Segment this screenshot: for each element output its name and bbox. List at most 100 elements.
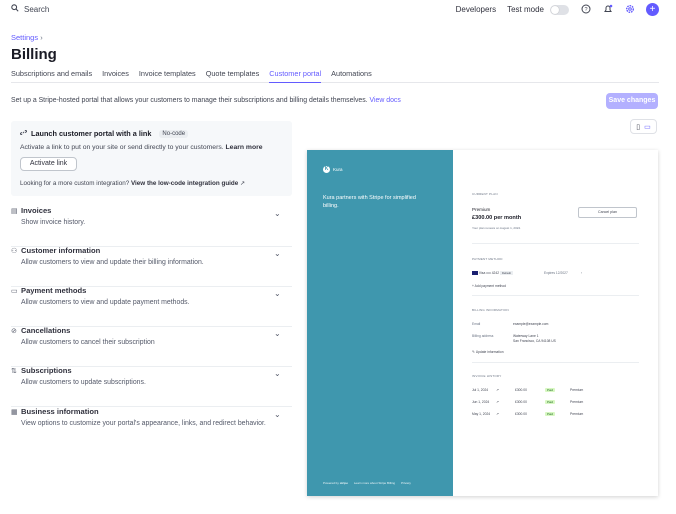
invoice-date[interactable]: Jul 1, 2024 xyxy=(472,388,488,392)
create-plus-icon[interactable]: + xyxy=(646,3,659,16)
section-business-information[interactable]: ▦ Business information View options to c… xyxy=(11,407,292,448)
launch-description-text: Activate a link to put on your site or s… xyxy=(20,144,224,151)
cancel-plan-button[interactable]: Cancel plan xyxy=(578,207,637,218)
chevron-down-icon[interactable]: ⌄ xyxy=(274,249,281,258)
update-information-link[interactable]: ✎ Update information xyxy=(472,350,504,354)
section-customer-information[interactable]: ⚇ Customer information Allow customers t… xyxy=(11,246,292,287)
view-docs-link[interactable]: View docs xyxy=(370,97,401,104)
tab-customer-portal[interactable]: Customer portal xyxy=(269,69,322,83)
cancel-icon: ⊘ xyxy=(11,328,17,335)
chevron-down-icon[interactable]: ⌄ xyxy=(274,289,281,298)
section-title: Cancellations xyxy=(21,326,71,335)
section-subscriptions[interactable]: ⇅ Subscriptions Allow customers to updat… xyxy=(11,366,292,407)
billing-address-label: Billing address xyxy=(472,334,494,338)
developers-link[interactable]: Developers xyxy=(456,5,496,14)
learn-more-link[interactable]: Learn more xyxy=(226,144,263,151)
invoice-date[interactable]: Jun 1, 2024 xyxy=(472,400,489,404)
activate-link-button[interactable]: Activate link xyxy=(20,157,77,171)
breadcrumb-settings[interactable]: Settings xyxy=(11,33,38,42)
edit-icon: ✎ xyxy=(472,350,475,354)
chevron-down-icon[interactable]: ⌄ xyxy=(274,369,281,378)
toggle-switch[interactable] xyxy=(550,4,569,15)
email-value: example@example.com xyxy=(513,322,549,326)
test-mode-toggle[interactable]: Test mode xyxy=(507,4,569,15)
preview-logo: K Kura xyxy=(323,166,343,173)
link-icon xyxy=(19,129,28,138)
plan-price: £300.00 per month xyxy=(472,215,522,221)
section-cancellations[interactable]: ⊘ Cancellations Allow customers to cance… xyxy=(11,326,292,367)
chevron-down-icon[interactable]: ⌄ xyxy=(274,329,281,338)
invoice-plan: Premium xyxy=(570,400,584,404)
no-code-badge: No-code xyxy=(159,129,189,138)
tab-bar: Subscriptions and emails Invoices Invoic… xyxy=(11,69,659,83)
divider xyxy=(472,362,639,363)
card-number: Visa •••• 4242 xyxy=(478,271,500,275)
paid-badge: Paid xyxy=(545,412,556,416)
swap-icon: ⇅ xyxy=(11,368,17,375)
add-payment-method-link[interactable]: + Add payment method xyxy=(472,284,506,288)
building-icon: ▦ xyxy=(11,409,18,416)
stripe-billing-link[interactable]: Learn more about Stripe Billing xyxy=(354,481,395,485)
invoice-icon: ▤ xyxy=(11,208,18,215)
chevron-down-icon[interactable]: ⌄ xyxy=(274,209,281,218)
notification-bell-icon[interactable] xyxy=(602,4,613,15)
invoice-plan: Premium xyxy=(570,388,584,392)
settings-gear-icon[interactable] xyxy=(624,4,635,15)
section-invoices[interactable]: ▤ Invoices Show invoice history. ⌄ xyxy=(11,206,292,247)
desktop-icon[interactable]: ▭ xyxy=(644,123,651,131)
section-payment-methods[interactable]: ▭ Payment methods Allow customers to vie… xyxy=(11,286,292,327)
card-row: Visa •••• 4242 Default xyxy=(472,271,513,276)
current-plan-heading: CURRENT PLAN xyxy=(472,192,498,196)
section-subtitle: Show invoice history. xyxy=(21,219,86,226)
address-line-1: Waterway Lane 1 xyxy=(513,334,539,338)
invoice-amount: £300.00 xyxy=(515,412,527,416)
privacy-link[interactable]: Privacy xyxy=(401,481,411,485)
section-subtitle: Allow customers to view and update payme… xyxy=(21,299,190,306)
breadcrumb[interactable]: Settings › xyxy=(11,33,43,42)
tab-invoice-templates[interactable]: Invoice templates xyxy=(139,69,196,83)
section-title: Business information xyxy=(21,407,99,416)
external-link-icon: ↗ xyxy=(496,388,499,392)
chevron-down-icon[interactable]: ⌄ xyxy=(274,410,281,419)
paid-badge: Paid xyxy=(545,400,556,404)
status-text: Paid xyxy=(545,400,556,404)
card-expiry: Expires 12/2027 xyxy=(544,271,568,275)
mobile-icon[interactable]: ▯ xyxy=(636,123,640,131)
section-title: Subscriptions xyxy=(21,366,72,375)
external-link-icon: ↗ xyxy=(240,181,246,187)
section-subtitle: View options to customize your portal's … xyxy=(21,420,266,427)
integration-guide-link[interactable]: View the low-code integration guide xyxy=(131,180,238,187)
preview-tagline: Kura partners with Stripe for simplified… xyxy=(323,195,416,209)
powered-by-label: Powered by xyxy=(323,481,339,485)
section-title: Invoices xyxy=(21,206,52,215)
divider xyxy=(472,295,639,296)
help-icon[interactable]: ? xyxy=(580,4,591,15)
preview-brand-panel: K Kura Kura partners with Stripe for sim… xyxy=(307,150,453,496)
preview-footer: Powered by stripe Learn more about Strip… xyxy=(323,481,411,485)
tab-quote-templates[interactable]: Quote templates xyxy=(206,69,260,83)
portal-preview: K Kura Kura partners with Stripe for sim… xyxy=(307,150,658,496)
top-bar: Search Developers Test mode ? + xyxy=(0,0,676,22)
preview-content-panel: CURRENT PLAN Premium £300.00 per month Y… xyxy=(453,150,658,496)
section-subtitle: Allow customers to cancel their subscrip… xyxy=(21,339,155,346)
test-mode-label: Test mode xyxy=(507,4,544,14)
card-icon: ▭ xyxy=(11,288,18,295)
address-line-2: San Francisco, CA 94108 US xyxy=(513,339,556,343)
save-changes-button[interactable]: Save changes xyxy=(606,93,658,109)
tab-subscriptions-emails[interactable]: Subscriptions and emails xyxy=(11,69,92,83)
stripe-wordmark: stripe xyxy=(339,481,348,485)
person-icon: ⚇ xyxy=(11,248,18,255)
invoice-amount: £300.00 xyxy=(515,400,527,404)
plan-renew-text: Your plan renews on August 1, 2024. xyxy=(472,226,521,230)
invoice-plan: Premium xyxy=(570,412,584,416)
search-bar[interactable]: Search xyxy=(11,4,49,14)
launch-footer: Looking for a more custom integration? V… xyxy=(20,180,245,187)
launch-footer-text: Looking for a more custom integration? xyxy=(20,180,130,187)
default-badge: Default xyxy=(499,271,513,275)
card-more-icon[interactable]: › xyxy=(581,271,582,275)
tab-automations[interactable]: Automations xyxy=(331,69,372,83)
tab-invoices[interactable]: Invoices xyxy=(102,69,129,83)
intro-description: Set up a Stripe-hosted portal that allow… xyxy=(11,97,368,104)
search-placeholder: Search xyxy=(24,4,50,14)
invoice-date[interactable]: May 1, 2024 xyxy=(472,412,490,416)
